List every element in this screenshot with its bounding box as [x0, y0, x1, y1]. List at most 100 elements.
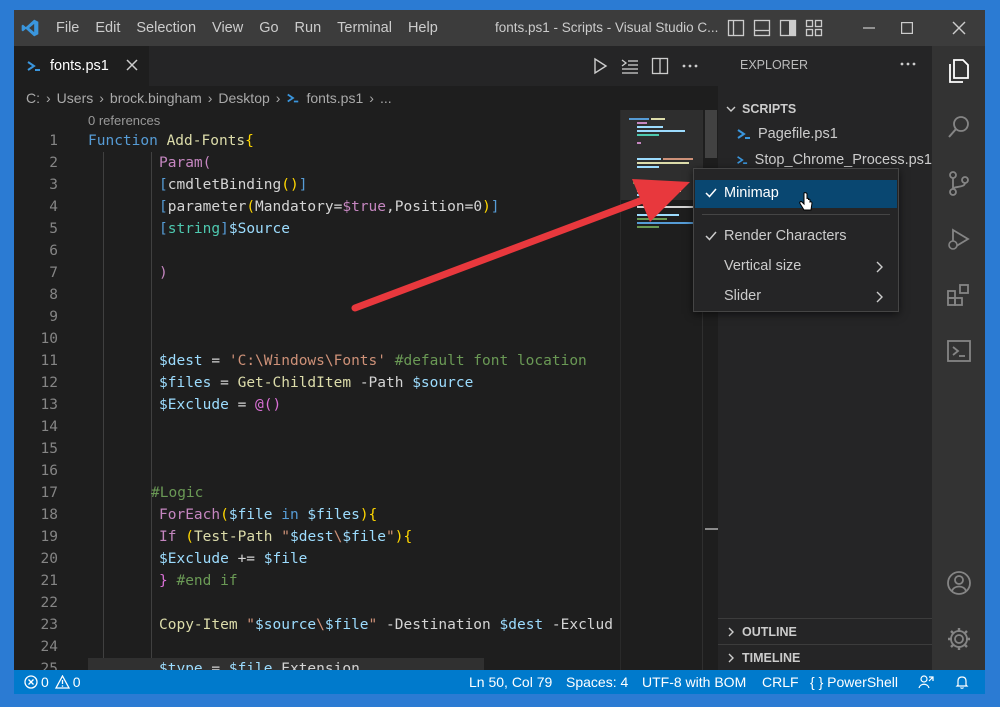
- code-line: 13 $Exclude = @(): [14, 394, 620, 416]
- powershell-icon[interactable]: [944, 336, 974, 366]
- line-number: 15: [40, 441, 58, 457]
- more-actions-icon[interactable]: [898, 54, 918, 74]
- breadcrumb-symbol[interactable]: ...: [380, 86, 392, 110]
- maximize-icon: [901, 22, 913, 34]
- vscode-window: File Edit Selection View Go Run Terminal…: [14, 10, 985, 694]
- powershell-file-icon: [737, 156, 748, 164]
- editor-area: fonts.ps1 C: › Users › brock.bingham › D…: [14, 46, 719, 670]
- file-name: Stop_Chrome_Process.ps1: [754, 152, 932, 168]
- menu-view[interactable]: View: [204, 10, 251, 46]
- code-editor[interactable]: 1 Function Add-Fonts{ 2 Param( 3 [cmdletBin…: [14, 130, 620, 670]
- code-text: $type = $file.Extension: [159, 661, 360, 670]
- encoding[interactable]: UTF-8 with BOM: [642, 670, 746, 694]
- menu-selection[interactable]: Selection: [128, 10, 204, 46]
- search-icon[interactable]: [944, 112, 974, 142]
- menu-item-render-characters[interactable]: Render Characters: [695, 223, 897, 251]
- breadcrumb-drive[interactable]: C:: [26, 86, 40, 110]
- menu-item-label: Vertical size: [724, 258, 802, 274]
- chevron-right-icon: [876, 261, 883, 273]
- menu-file[interactable]: File: [48, 10, 87, 46]
- code-line: 21} #end if: [14, 570, 620, 592]
- more-actions-icon[interactable]: [680, 56, 700, 76]
- problems-indicator[interactable]: 0 0: [24, 670, 81, 694]
- menu-go[interactable]: Go: [251, 10, 286, 46]
- breadcrumb-users[interactable]: Users: [57, 86, 94, 110]
- menu-terminal[interactable]: Terminal: [329, 10, 400, 46]
- code-lens-references[interactable]: 0 references: [88, 113, 160, 128]
- line-number: 3: [49, 177, 58, 193]
- maximize-button[interactable]: [884, 10, 930, 46]
- language-mode[interactable]: { } PowerShell: [810, 670, 898, 694]
- extensions-icon[interactable]: [944, 280, 974, 310]
- run-icon[interactable]: [590, 56, 610, 76]
- code-line: 23 Copy-Item "$source\$file" -Destination…: [14, 614, 620, 636]
- menu-help[interactable]: Help: [400, 10, 446, 46]
- code-text: #Logic: [151, 485, 204, 501]
- vscode-logo-icon: [21, 19, 39, 37]
- toggle-panel-icon[interactable]: [752, 18, 772, 38]
- status-bar: 0 0 Ln 50, Col 79 Spaces: 4 UTF-8 with B…: [14, 670, 985, 694]
- breadcrumb-desktop[interactable]: Desktop: [218, 86, 269, 110]
- code-text: Function Add-Fonts{: [88, 133, 254, 149]
- line-number: 14: [40, 419, 58, 435]
- file-item-pagefile[interactable]: Pagefile.ps1: [718, 122, 932, 146]
- menu-edit[interactable]: Edit: [87, 10, 128, 46]
- menu-item-minimap[interactable]: Minimap: [695, 180, 897, 211]
- window-title: fonts.ps1 - Scripts - Visual Studio C...: [495, 20, 719, 35]
- chevron-right-icon: ›: [207, 90, 213, 106]
- account-icon[interactable]: [944, 568, 974, 598]
- scrollbar-thumb[interactable]: [705, 110, 717, 158]
- minimap-context-menu: Minimap Render Characters Vertical size …: [693, 168, 899, 312]
- breadcrumb-file[interactable]: fonts.ps1: [306, 86, 363, 110]
- line-number: 19: [40, 529, 58, 545]
- close-window-button[interactable]: [936, 10, 982, 46]
- menu-item-vertical-size[interactable]: Vertical size: [695, 253, 897, 281]
- error-icon: [24, 675, 38, 689]
- tab-fonts-ps1[interactable]: fonts.ps1: [14, 46, 149, 86]
- code-text: $Exclude = @(): [159, 397, 282, 413]
- cursor-position[interactable]: Ln 50, Col 79: [469, 670, 552, 694]
- gear-icon[interactable]: [944, 624, 974, 654]
- feedback-icon[interactable]: [918, 674, 934, 690]
- section-outline[interactable]: OUTLINE: [718, 618, 932, 644]
- bell-icon[interactable]: [954, 674, 970, 690]
- code-line: 20 $Exclude += $file: [14, 548, 620, 570]
- minimap[interactable]: [620, 110, 703, 670]
- line-number: 10: [40, 331, 58, 347]
- end-of-line[interactable]: CRLF: [762, 670, 799, 694]
- code-line: 22: [14, 592, 620, 614]
- indentation[interactable]: Spaces: 4: [566, 670, 628, 694]
- breadcrumb-user[interactable]: brock.bingham: [110, 86, 202, 110]
- run-debug-icon[interactable]: [944, 224, 974, 254]
- toggle-primary-sidebar-icon[interactable]: [726, 18, 746, 38]
- chevron-right-icon: [876, 291, 883, 303]
- code-text: Param(: [159, 155, 212, 171]
- toggle-secondary-sidebar-icon[interactable]: [778, 18, 798, 38]
- line-number: 6: [49, 243, 58, 259]
- customize-layout-icon[interactable]: [804, 18, 824, 38]
- line-number: 25: [40, 661, 58, 670]
- explorer-sidebar: EXPLORER SCRIPTS Pagefile.ps1 Stop_Chrom…: [718, 46, 932, 670]
- menu-run[interactable]: Run: [287, 10, 330, 46]
- split-editor-icon[interactable]: [650, 56, 670, 76]
- close-tab-icon[interactable]: [123, 56, 141, 74]
- line-number: 22: [40, 595, 58, 611]
- close-icon: [952, 21, 966, 35]
- run-selection-icon[interactable]: [620, 56, 640, 76]
- line-number: 9: [49, 309, 58, 325]
- section-timeline[interactable]: TIMELINE: [718, 644, 932, 670]
- menu-item-label: Render Characters: [724, 228, 847, 244]
- menu-item-slider[interactable]: Slider: [695, 283, 897, 311]
- layout-controls: [726, 18, 824, 38]
- code-line: 11 $dest = 'C:\Windows\Fonts' #default fo…: [14, 350, 620, 372]
- explorer-icon[interactable]: [944, 56, 974, 86]
- code-text: [parameter(Mandatory=$true,Position=0)]: [159, 199, 500, 215]
- chevron-right-icon: [728, 653, 734, 662]
- source-control-icon[interactable]: [944, 168, 974, 198]
- section-scripts[interactable]: SCRIPTS: [718, 98, 932, 120]
- line-number: 24: [40, 639, 58, 655]
- code-text: $Exclude += $file: [159, 551, 308, 567]
- chevron-right-icon: [728, 627, 734, 636]
- line-number: 13: [40, 397, 58, 413]
- powershell-file-icon: [287, 93, 299, 103]
